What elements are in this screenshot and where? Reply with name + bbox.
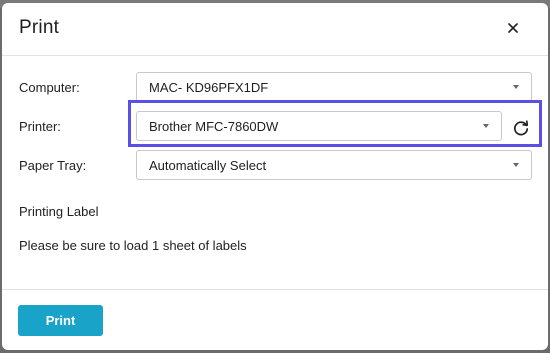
paper-tray-select[interactable]: Automatically Select bbox=[136, 150, 532, 180]
print-dialog: Print Computer: MAC- KD96PFX1DF Printer:… bbox=[2, 3, 548, 350]
printer-highlight-outline bbox=[128, 100, 542, 147]
dialog-header: Print bbox=[2, 3, 548, 56]
print-button[interactable]: Print bbox=[18, 305, 103, 336]
computer-label: Computer: bbox=[19, 80, 80, 95]
computer-select-value: MAC- KD96PFX1DF bbox=[149, 80, 269, 95]
printer-label: Printer: bbox=[19, 119, 61, 134]
paper-tray-select-value: Automatically Select bbox=[149, 158, 267, 173]
dialog-title: Print bbox=[19, 17, 60, 38]
chevron-down-icon bbox=[513, 163, 519, 167]
chevron-down-icon bbox=[513, 85, 519, 89]
close-icon[interactable] bbox=[502, 17, 524, 39]
printing-label-heading: Printing Label bbox=[19, 204, 99, 219]
footer-divider bbox=[2, 289, 548, 290]
computer-select[interactable]: MAC- KD96PFX1DF bbox=[136, 72, 532, 102]
label-instruction: Please be sure to load 1 sheet of labels bbox=[19, 238, 247, 253]
paper-tray-label: Paper Tray: bbox=[19, 158, 87, 173]
